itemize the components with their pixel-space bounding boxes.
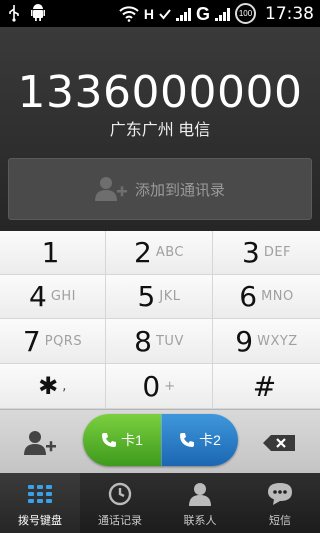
key-letters: ABC: [155, 245, 184, 260]
key-letters: +: [164, 378, 176, 394]
battery-indicator: 100: [235, 3, 256, 24]
tab-label: 通话记录: [98, 515, 142, 527]
chat-bubble-icon: [267, 482, 293, 506]
call-sim1-button[interactable]: 卡1: [83, 414, 161, 466]
dialpad-icon: [27, 482, 53, 506]
status-time: 17:38: [265, 3, 314, 24]
tab-messages[interactable]: 短信: [240, 473, 320, 533]
key-letters: JKL: [159, 289, 181, 304]
key-7[interactable]: 7 PQRS: [0, 319, 106, 364]
wifi-icon: [119, 5, 139, 22]
key-digit: ✱: [38, 372, 59, 400]
key-1[interactable]: 1: [0, 231, 106, 275]
sim2-label: 卡2: [199, 432, 221, 448]
bottom-tab-bar: 拨号键盘 通话记录 联系人 短信: [0, 473, 320, 533]
signal-strength-icon: [175, 7, 191, 21]
key-digit: 9: [235, 324, 254, 358]
key-digit: 2: [134, 236, 152, 269]
usb-icon: [9, 5, 19, 22]
tab-label: 拨号键盘: [18, 515, 62, 527]
android-debug-icon: [31, 4, 45, 21]
sim1-label: 卡1: [121, 432, 143, 448]
signal-strength-icon-2: [215, 7, 230, 21]
person-icon: [187, 482, 213, 506]
key-digit: 1: [41, 236, 60, 269]
key-3[interactable]: 3 DEF: [213, 231, 320, 275]
add-person-icon: [94, 177, 127, 201]
key-digit: 6: [239, 280, 258, 313]
number-display: 1336000000 广东广州 电信 添加到通讯录: [0, 27, 320, 231]
dialed-number[interactable]: 1336000000: [0, 67, 320, 118]
key-letters: DEF: [263, 245, 292, 260]
key-5[interactable]: 5 JKL: [106, 275, 213, 319]
network-h-indicator: H: [143, 5, 154, 22]
tab-contacts[interactable]: 联系人: [160, 473, 240, 533]
phone-icon: [102, 433, 117, 447]
key-letters: MNO: [261, 289, 294, 304]
key-letters: PQRS: [44, 333, 83, 349]
key-digit: 5: [137, 280, 156, 313]
check-icon: [159, 8, 171, 20]
add-to-contacts-button[interactable]: 添加到通讯录: [8, 158, 312, 220]
add-contact-icon[interactable]: [24, 430, 56, 456]
tab-label: 短信: [269, 515, 291, 527]
dialpad: 1 2 ABC 3 DEF 4 GHI 5 JKL 6 MNO 7 PQRS 8 TUV 9W…: [0, 231, 320, 409]
network-g-indicator: G: [195, 3, 210, 24]
tab-call-log[interactable]: 通话记录: [80, 473, 160, 533]
backspace-icon[interactable]: [262, 434, 296, 452]
key-9[interactable]: 9 WXYZ: [213, 319, 320, 364]
key-digit: 3: [241, 236, 260, 269]
key-4[interactable]: 4 GHI: [0, 275, 106, 319]
status-bar: H G 100 17:38: [0, 0, 320, 27]
tab-label: 联系人: [183, 515, 217, 527]
key-6[interactable]: 6 MNO: [213, 275, 320, 319]
key-letters: ,: [62, 378, 67, 394]
key-digit: 4: [28, 280, 47, 313]
key-digit: 7: [22, 324, 41, 358]
dial-action-row: 卡1 卡2: [0, 409, 320, 473]
key-star[interactable]: ✱,: [0, 364, 106, 409]
key-hash[interactable]: #: [213, 364, 320, 409]
key-digit: #: [252, 369, 277, 403]
key-0[interactable]: 0 +: [106, 364, 213, 409]
phone-icon: [180, 433, 195, 447]
add-to-contacts-label: 添加到通讯录: [134, 181, 225, 199]
key-digit: 8: [134, 324, 152, 358]
key-8[interactable]: 8 TUV: [106, 319, 213, 364]
call-buttons: 卡1 卡2: [83, 414, 238, 466]
call-sim2-button[interactable]: 卡2: [161, 414, 238, 466]
tab-dialpad[interactable]: 拨号键盘: [0, 473, 80, 533]
number-location: 广东广州 电信: [109, 122, 211, 139]
key-letters: TUV: [155, 333, 184, 349]
clock-icon: [107, 482, 133, 506]
key-letters: WXYZ: [257, 333, 298, 349]
key-digit: 0: [142, 369, 161, 403]
key-letters: GHI: [50, 289, 76, 304]
key-2[interactable]: 2 ABC: [106, 231, 213, 275]
